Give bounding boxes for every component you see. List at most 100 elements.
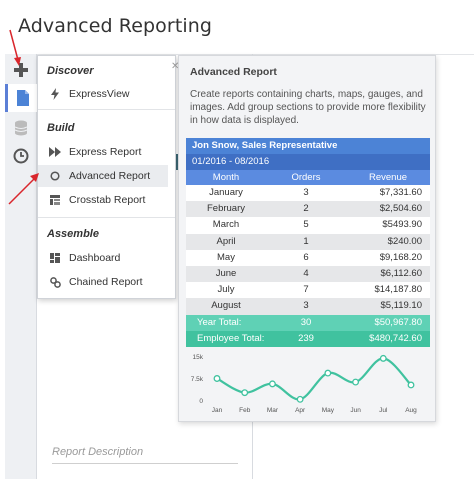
menu-item-label: ExpressView — [69, 88, 130, 100]
menu-item-crosstab-report[interactable]: Crosstab Report — [38, 189, 168, 211]
menu-item-label: Dashboard — [69, 252, 121, 264]
cell-orders: 3 — [303, 300, 309, 312]
cell-orders: 2 — [303, 203, 309, 215]
cell-month: June — [215, 267, 237, 279]
x-tick-label: Apr — [295, 407, 306, 414]
menu-item-dashboard[interactable]: Dashboard — [38, 247, 168, 269]
menu-section-title: Build — [47, 122, 75, 134]
x-tick-label: Jul — [379, 407, 388, 414]
cell-month: April — [216, 235, 236, 247]
lightning-icon — [47, 88, 63, 100]
cell-revenue: $2,504.60 — [379, 203, 422, 215]
menu-item-express-report[interactable]: Express Report — [38, 141, 168, 163]
table-row: April 1 $240.00 — [186, 233, 430, 250]
x-tick-label: Jan — [212, 407, 223, 414]
total-orders: 239 — [298, 332, 314, 344]
cell-revenue: $6,112.60 — [380, 267, 422, 279]
data-point — [379, 354, 387, 362]
column-header: Orders — [291, 172, 321, 183]
menu-item-label: Crosstab Report — [69, 194, 146, 206]
circle-icon — [47, 171, 63, 181]
report-description-input[interactable]: Report Description — [52, 446, 238, 464]
cell-month: February — [206, 203, 245, 215]
data-point — [407, 381, 415, 389]
create-menu: Discover ExpressView Build Express Repor… — [37, 55, 176, 299]
report-column-headers: Month Orders Revenue — [186, 170, 430, 185]
y-tick-label: 15k — [193, 354, 204, 361]
y-tick-label: 7.5k — [191, 376, 204, 383]
total-revenue: $50,967.80 — [374, 316, 422, 328]
menu-item-label: Advanced Report — [69, 170, 151, 182]
x-tick-label: Mar — [267, 407, 279, 414]
fast-forward-icon — [47, 147, 63, 157]
data-point — [268, 380, 276, 388]
data-sources-button[interactable] — [5, 114, 37, 142]
reports-button[interactable] — [5, 84, 37, 112]
report-info-panel: Advanced Report Create reports containin… — [178, 55, 436, 422]
menu-divider — [38, 109, 175, 110]
data-point — [296, 395, 304, 403]
x-tick-label: Aug — [405, 407, 417, 414]
cell-orders: 3 — [303, 187, 309, 198]
cell-orders: 7 — [303, 284, 309, 296]
total-label: Year Total: — [197, 316, 242, 328]
link-icon — [47, 276, 63, 288]
total-revenue: $480,742.60 — [369, 332, 422, 344]
cell-revenue: $14,187.80 — [374, 284, 422, 296]
cell-revenue: $240.00 — [387, 235, 422, 247]
menu-item-label: Express Report — [69, 146, 142, 158]
x-tick-label: May — [322, 407, 335, 414]
column-header: Revenue — [368, 172, 408, 183]
data-point — [241, 389, 249, 397]
cell-orders: 1 — [303, 235, 309, 247]
report-header: Jon Snow, Sales Representative — [186, 138, 430, 154]
table-icon — [47, 195, 63, 205]
panel-title: Advanced Report — [190, 66, 277, 78]
cell-orders: 5 — [303, 219, 309, 231]
y-tick-label: 0 — [199, 398, 203, 405]
clock-icon — [13, 148, 29, 164]
menu-item-expressview[interactable]: ExpressView — [38, 83, 168, 105]
menu-section-title: Discover — [47, 65, 94, 77]
total-label: Employee Total: — [197, 332, 265, 344]
cell-revenue: $7,331.60 — [379, 187, 422, 198]
menu-item-label: Chained Report — [69, 276, 143, 288]
cell-month: July — [217, 284, 235, 296]
x-tick-label: Feb — [239, 407, 251, 414]
cell-orders: 6 — [303, 251, 309, 263]
panel-description: Create reports containing charts, maps, … — [190, 89, 426, 126]
cell-month: May — [217, 251, 235, 263]
report-period: 01/2016 - 08/2016 — [186, 154, 430, 170]
column-header: Month — [212, 172, 240, 183]
cell-revenue: $5493.90 — [382, 219, 422, 231]
total-orders: 30 — [300, 316, 312, 328]
arrow-icon — [9, 29, 21, 66]
table-row: May 6 $9,168.20 — [186, 249, 430, 266]
history-button[interactable] — [5, 142, 37, 170]
cell-month: January — [209, 187, 243, 198]
cell-month: March — [212, 219, 240, 231]
revenue-line-chart: 15k 7.5k 0 Jan Feb Mar Apr May Jun Jul Aug — [191, 354, 417, 414]
menu-item-chained-report[interactable]: Chained Report — [38, 271, 168, 293]
data-point — [213, 375, 221, 382]
sample-report: Jon Snow, Sales Representative 01/2016 -… — [186, 138, 430, 347]
table-row: June 4 $6,112.60 — [186, 265, 430, 283]
dashboard-icon — [47, 253, 63, 263]
x-tick-label: Jun — [350, 407, 361, 414]
arrow-icon — [8, 173, 39, 205]
employee-total-row: Employee Total: 239 $480,742.60 — [186, 330, 430, 347]
year-total-row: Year Total: 30 $50,967.80 — [186, 314, 430, 331]
menu-section-title: Assemble — [47, 228, 99, 240]
cell-revenue: $5,119.10 — [380, 300, 422, 312]
page-title: Advanced Reporting — [18, 15, 213, 37]
data-point — [324, 369, 332, 377]
cell-revenue: $9,168.20 — [379, 251, 422, 263]
left-rail — [5, 54, 37, 479]
table-row: March 5 $5493.90 — [186, 217, 430, 234]
table-row: July 7 $14,187.80 — [186, 282, 430, 299]
cell-orders: 4 — [303, 267, 309, 279]
database-icon — [14, 120, 28, 136]
menu-item-advanced-report[interactable]: Advanced Report — [38, 165, 168, 187]
table-row: August 3 $5,119.10 — [186, 298, 430, 315]
data-point — [352, 378, 360, 386]
